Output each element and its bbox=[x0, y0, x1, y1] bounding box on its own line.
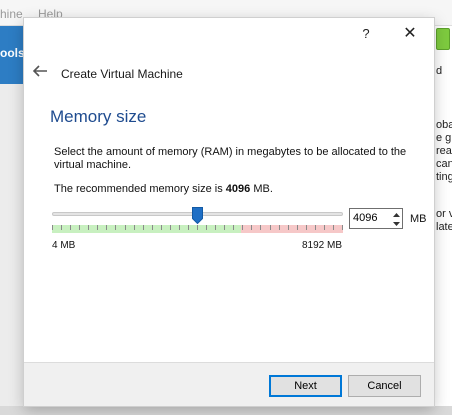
background-text: late bbox=[436, 221, 452, 233]
memory-unit-label: MB bbox=[410, 213, 427, 225]
slider-tick bbox=[125, 225, 126, 230]
wizard-title: Create Virtual Machine bbox=[61, 67, 183, 81]
background-text: can bbox=[436, 158, 452, 170]
slider-max-label: 8192 MB bbox=[302, 240, 343, 251]
next-button[interactable]: Next bbox=[269, 375, 342, 397]
recommended-prefix: The recommended memory size is bbox=[54, 183, 226, 195]
background-text: ting bbox=[436, 171, 452, 183]
chevron-up-icon bbox=[392, 212, 400, 217]
back-arrow-icon[interactable] bbox=[32, 64, 48, 78]
slider-tick bbox=[306, 225, 307, 230]
slider-tick bbox=[233, 225, 234, 230]
cancel-button[interactable]: Cancel bbox=[348, 375, 421, 397]
slider-ticks bbox=[52, 225, 343, 233]
slider-tick bbox=[324, 225, 325, 230]
slider-tick bbox=[70, 225, 71, 230]
page-title: Memory size bbox=[50, 107, 147, 126]
chevron-down-icon bbox=[392, 221, 400, 226]
slider-tick bbox=[297, 225, 298, 230]
slider-tick bbox=[333, 225, 334, 230]
slider-tick bbox=[161, 225, 162, 230]
slider-tick bbox=[342, 225, 343, 230]
slider-tick bbox=[270, 225, 271, 230]
new-machine-icon bbox=[436, 28, 450, 50]
slider-tick bbox=[106, 225, 107, 230]
tools-tab[interactable]: ools bbox=[0, 26, 26, 84]
recommended-memory-text: The recommended memory size is 4096 MB. bbox=[54, 183, 273, 195]
slider-tick bbox=[134, 225, 135, 230]
slider-tick bbox=[242, 225, 243, 230]
slider-tick bbox=[88, 225, 89, 230]
slider-tick bbox=[215, 225, 216, 230]
recommended-suffix: MB. bbox=[250, 183, 273, 195]
close-button[interactable]: ✕ bbox=[398, 25, 422, 43]
create-vm-dialog: ? ✕ Create Virtual Machine Memory size S… bbox=[24, 18, 434, 406]
slider-tick bbox=[251, 225, 252, 230]
background-text: reate bbox=[436, 145, 452, 157]
slider-tick bbox=[315, 225, 316, 230]
recommended-value: 4096 bbox=[225, 183, 251, 195]
background-text: d bbox=[436, 65, 443, 77]
memory-description: Select the amount of memory (RAM) in meg… bbox=[54, 146, 407, 171]
slider-tick bbox=[52, 225, 53, 230]
help-button[interactable]: ? bbox=[354, 25, 378, 43]
spin-up-button[interactable] bbox=[390, 210, 402, 219]
slider-tick bbox=[288, 225, 289, 230]
slider-tick bbox=[61, 225, 62, 230]
slider-tick bbox=[79, 225, 80, 230]
memory-spinbox-value[interactable]: 4096 bbox=[353, 212, 377, 224]
slider-tick bbox=[115, 225, 116, 230]
slider-tick bbox=[197, 225, 198, 230]
slider-tick bbox=[97, 225, 98, 230]
slider-tick bbox=[188, 225, 189, 230]
slider-tick bbox=[260, 225, 261, 230]
background-statusbar bbox=[0, 406, 452, 415]
memory-slider-handle[interactable] bbox=[192, 207, 203, 224]
background-text: or v bbox=[436, 208, 452, 220]
background-sidebar bbox=[0, 84, 26, 415]
slider-tick bbox=[152, 225, 153, 230]
menu-machine[interactable]: hine bbox=[0, 7, 23, 21]
slider-tick bbox=[279, 225, 280, 230]
slider-tick bbox=[224, 225, 225, 230]
slider-tick bbox=[170, 225, 171, 230]
slider-min-label: 4 MB bbox=[52, 240, 76, 251]
tools-label: ools bbox=[0, 46, 25, 60]
slider-tick bbox=[206, 225, 207, 230]
dialog-footer: Next Cancel bbox=[24, 362, 434, 406]
slider-tick bbox=[143, 225, 144, 230]
memory-spinbox[interactable]: 4096 bbox=[349, 208, 403, 229]
spin-down-button[interactable] bbox=[390, 219, 402, 228]
background-text: e gr bbox=[436, 132, 452, 144]
slider-tick bbox=[179, 225, 180, 230]
background-text: obal bbox=[436, 119, 452, 131]
